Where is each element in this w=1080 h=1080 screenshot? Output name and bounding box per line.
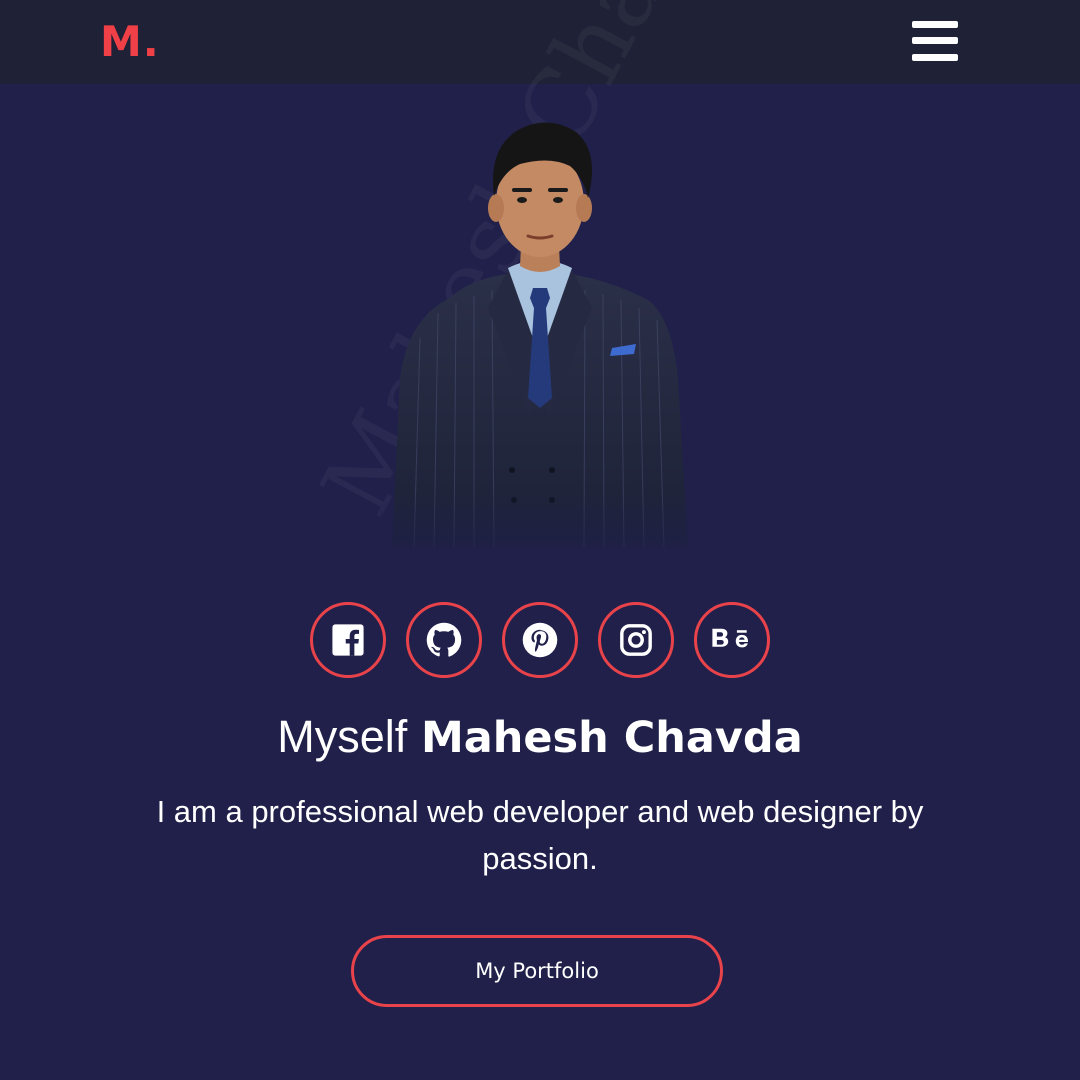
title-name: Mahesh Chavda: [420, 713, 803, 763]
pinterest-icon: [522, 622, 558, 658]
profile-photo: [380, 108, 700, 558]
site-logo[interactable]: M.: [100, 14, 160, 70]
facebook-icon: [332, 624, 364, 656]
github-icon: [426, 622, 462, 657]
my-portfolio-button-label: My Portfolio: [475, 959, 599, 983]
social-links: [310, 602, 770, 678]
github-button[interactable]: [406, 602, 482, 678]
facebook-button[interactable]: [310, 602, 386, 678]
pinterest-button[interactable]: [502, 602, 578, 678]
instagram-icon: [620, 624, 652, 656]
hamburger-bar: [912, 37, 958, 44]
my-portfolio-button[interactable]: My Portfolio: [351, 935, 723, 1007]
hamburger-menu-icon[interactable]: [912, 21, 958, 61]
hamburger-bar: [912, 54, 958, 61]
behance-button[interactable]: [694, 602, 770, 678]
title-prefix: Myself: [277, 711, 408, 762]
hero-tagline: I am a professional web developer and we…: [156, 794, 924, 876]
behance-icon: [712, 628, 748, 648]
hero-title: Myself Mahesh Chavda: [0, 708, 1080, 767]
hamburger-bar: [912, 21, 958, 28]
instagram-button[interactable]: [598, 602, 674, 678]
